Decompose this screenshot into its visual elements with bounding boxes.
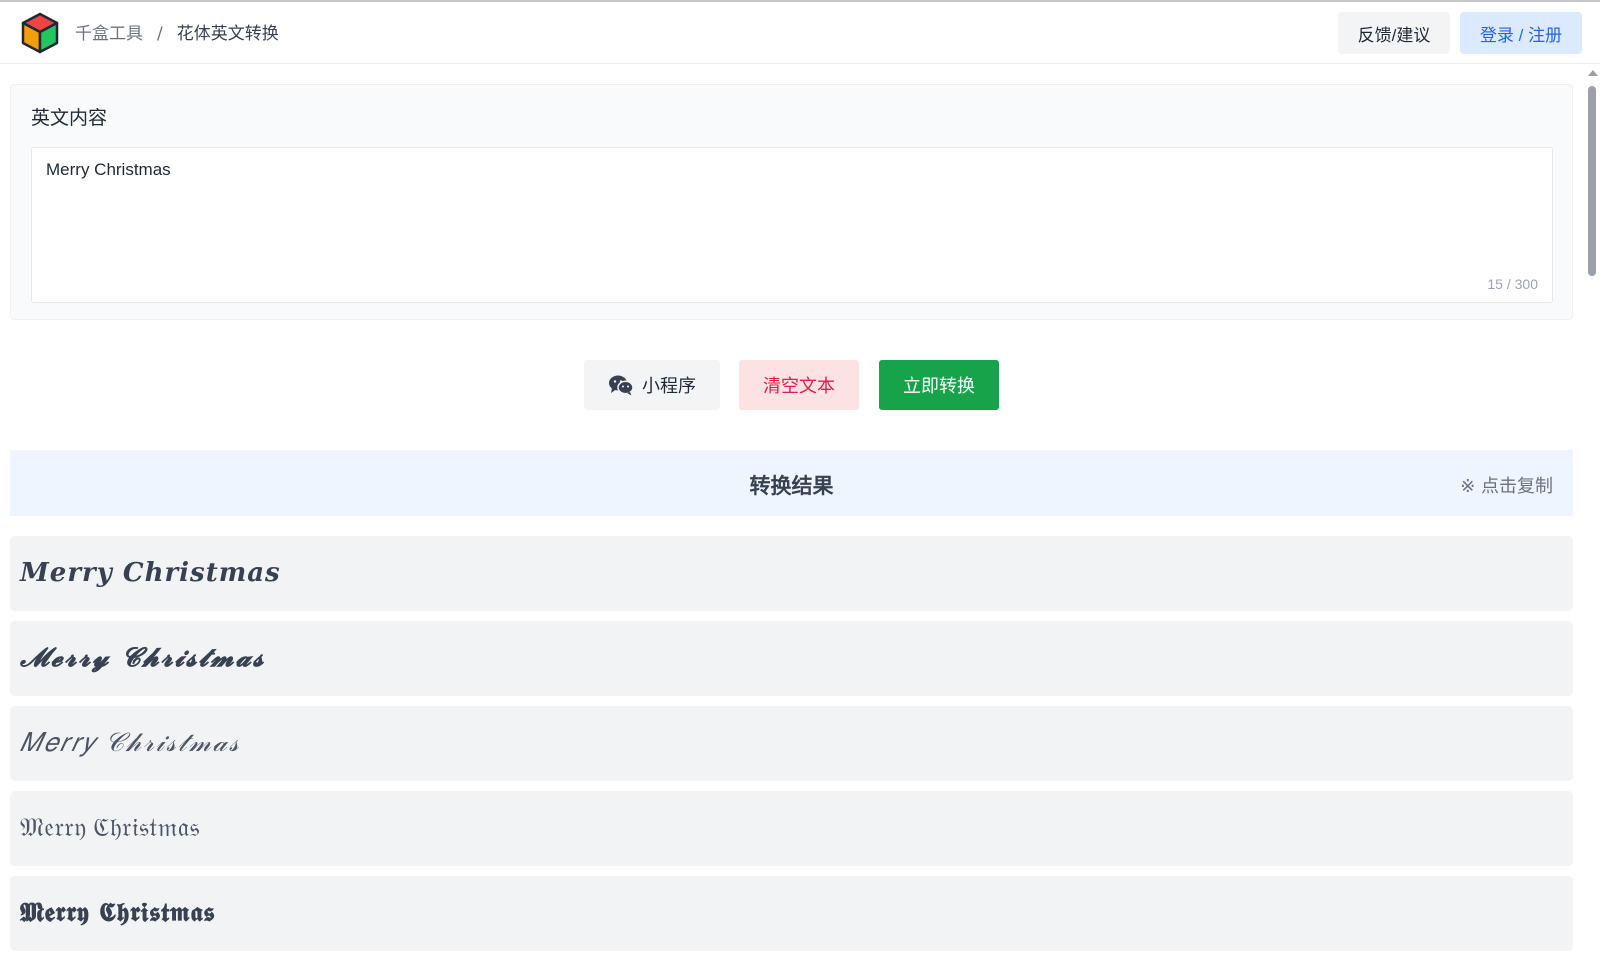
cube-logo-icon[interactable] [20,12,60,54]
vertical-scrollbar[interactable] [1584,66,1600,956]
result-text: 𝔐𝔢𝔯𝔯𝔶 ℭ𝔥𝔯𝔦𝔰𝔱𝔪𝔞𝔰 [20,813,200,842]
breadcrumb-current: 花体英文转换 [176,24,279,44]
result-text: 𝑀𝑒𝑟𝑟𝑦 𝒞𝒽𝓇𝒾𝓈𝓉𝓂𝒶𝓈 [20,728,241,757]
result-item[interactable]: 𝑴𝒆𝒓𝒓𝒚 𝑪𝒉𝒓𝒊𝒔𝒕𝒎𝒂𝒔 [10,536,1573,611]
top-bar: 千盒工具 / 花体英文转换 反馈/建议 登录 / 注册 [0,2,1600,64]
clear-text-button[interactable]: 清空文本 [739,360,859,410]
result-title: 转换结果 [749,474,834,498]
copy-hint: ※ 点击复制 [1460,476,1553,497]
input-label: 英文内容 [31,107,108,129]
result-text: 𝑴𝒆𝒓𝒓𝒚 𝑪𝒉𝒓𝒊𝒔𝒕𝒎𝒂𝒔 [20,558,281,588]
feedback-button[interactable]: 反馈/建议 [1338,12,1450,54]
character-counter: 15 / 300 [1487,276,1538,292]
action-bar: 小程序 清空文本 立即转换 [0,360,1600,410]
result-text: 𝕸𝖊𝖗𝖗𝖞 𝕮𝖍𝖗𝖎𝖘𝖙𝖒𝖆𝖘 [20,898,216,928]
login-register-button[interactable]: 登录 / 注册 [1460,12,1582,54]
input-card: 英文内容 Merry Christmas 15 / 300 [10,84,1573,320]
breadcrumb-separator: / [157,24,163,44]
result-item[interactable]: 𝔐𝔢𝔯𝔯𝔶 ℭ𝔥𝔯𝔦𝔰𝔱𝔪𝔞𝔰 [10,791,1573,866]
english-text-input[interactable]: Merry Christmas 15 / 300 [31,147,1553,303]
result-item[interactable]: 𝕸𝖊𝖗𝖗𝖞 𝕮𝖍𝖗𝖎𝖘𝖙𝖒𝖆𝖘 [10,876,1573,951]
convert-button[interactable]: 立即转换 [879,360,999,410]
result-text: 𝓜𝓮𝓻𝓻𝔂 𝓒𝓱𝓻𝓲𝓼𝓽𝓶𝓪𝓼 [20,643,266,673]
miniprogram-label: 小程序 [642,376,696,396]
breadcrumb: 千盒工具 / 花体英文转换 [75,22,279,46]
result-item[interactable]: 𝓜𝓮𝓻𝓻𝔂 𝓒𝓱𝓻𝓲𝓼𝓽𝓶𝓪𝓼 [10,621,1573,696]
breadcrumb-home-link[interactable]: 千盒工具 [75,22,143,46]
wechat-icon [608,374,634,396]
scroll-thumb[interactable] [1588,86,1596,276]
input-value: Merry Christmas [46,160,171,179]
scroll-up-arrow-icon[interactable] [1588,70,1598,76]
result-header: 转换结果 ※ 点击复制 [10,450,1573,516]
result-item[interactable]: 𝑀𝑒𝑟𝑟𝑦 𝒞𝒽𝓇𝒾𝓈𝓉𝓂𝒶𝓈 [10,706,1573,781]
miniprogram-button[interactable]: 小程序 [584,360,720,410]
